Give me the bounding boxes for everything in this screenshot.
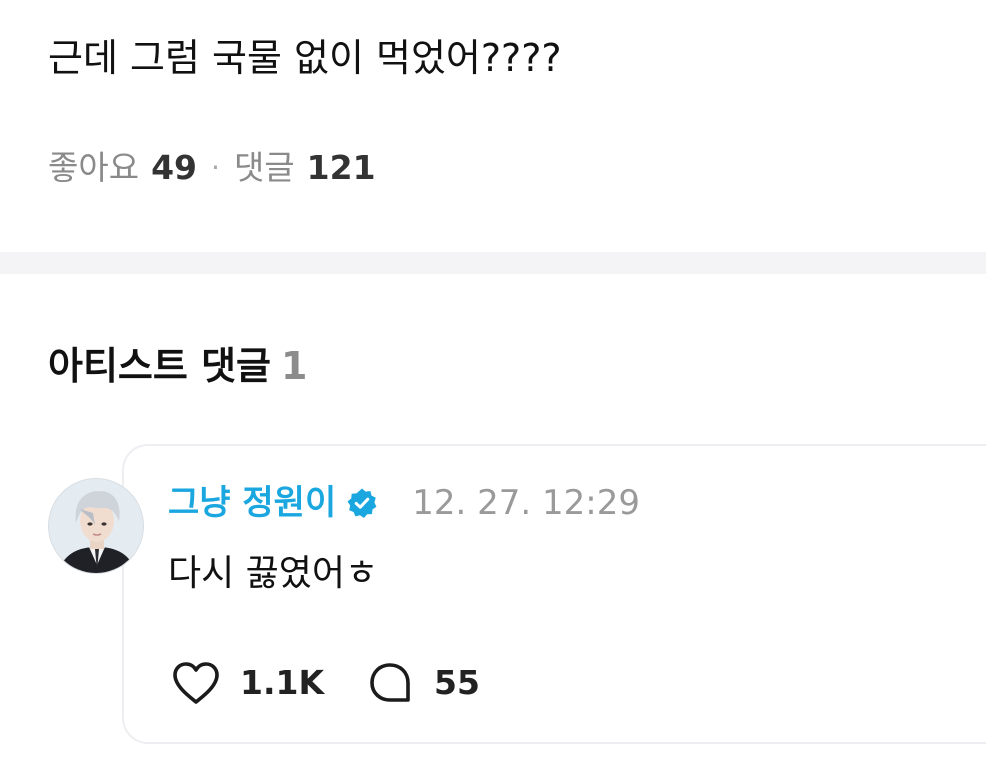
comments-count[interactable]: 121 (307, 146, 376, 190)
reply-count: 55 (434, 663, 480, 702)
post-body-text: 근데 그럼 국물 없이 먹었어???? (48, 36, 562, 80)
post-stats: 좋아요 49 · 댓글 121 (48, 146, 376, 190)
comment-text: 다시 끓였어ㅎ (168, 553, 379, 594)
likes-label[interactable]: 좋아요 (48, 146, 139, 190)
heart-icon (170, 660, 222, 706)
comment-timestamp: 12. 27. 12:29 (412, 483, 640, 523)
stats-separator: · (211, 151, 220, 184)
artist-comments-count: 1 (281, 344, 308, 388)
comment-author-name[interactable]: 그냥 정원이 (168, 480, 336, 526)
avatar[interactable] (48, 478, 144, 574)
speech-bubble-icon (364, 660, 416, 706)
comment-actions: 1.1K 55 (170, 660, 480, 706)
avatar-image (49, 479, 143, 573)
like-count: 1.1K (240, 663, 325, 702)
likes-count[interactable]: 49 (151, 146, 197, 190)
section-divider (0, 252, 986, 274)
like-button[interactable]: 1.1K (170, 660, 324, 706)
verified-badge-icon (346, 487, 378, 519)
comments-label[interactable]: 댓글 (234, 146, 295, 190)
reply-button[interactable]: 55 (364, 660, 480, 706)
artist-comments-header: 아티스트 댓글 1 (48, 340, 307, 392)
artist-comments-title: 아티스트 댓글 (48, 344, 271, 388)
post-detail-page: 근데 그럼 국물 없이 먹었어???? 좋아요 49 · 댓글 121 아티스트… (0, 0, 986, 776)
comment-author-row: 그냥 정원이 12. 27. 12:29 (168, 480, 640, 526)
